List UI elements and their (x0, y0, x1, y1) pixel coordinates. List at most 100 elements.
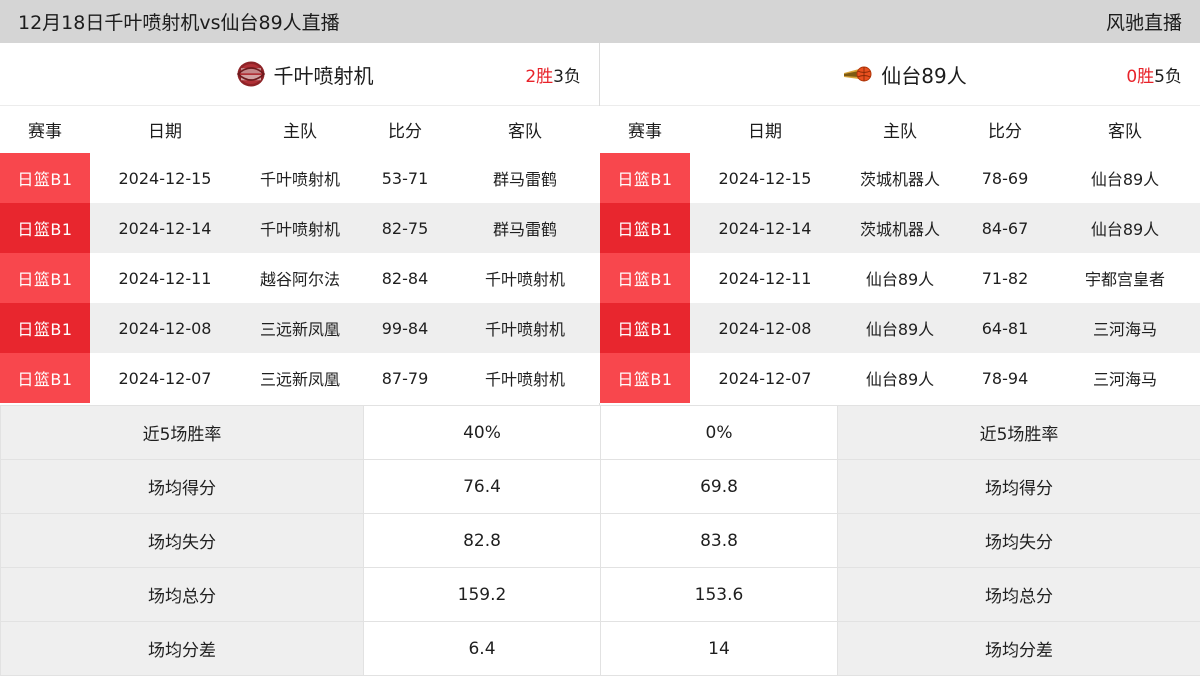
stat-row: 场均分差 6.4 14 场均分差 (1, 622, 1200, 676)
stat-label-right: 近5场胜率 (838, 406, 1200, 460)
match-score: 99-84 (360, 303, 450, 353)
table-row[interactable]: 日篮B1 2024-12-08 三远新凤凰 99-84 千叶喷射机 (0, 303, 600, 353)
right-team-record: 0胜5负 (1126, 62, 1182, 87)
match-date: 2024-12-07 (690, 353, 840, 403)
right-team-losses: 5负 (1154, 67, 1182, 87)
left-team-panel: 千叶喷射机 2胜3负 赛事 日期 主队 比分 客队 日篮B (0, 43, 600, 405)
left-team-losses: 3负 (553, 67, 581, 87)
stat-label-right: 场均失分 (838, 514, 1200, 568)
league-badge-cell: 日篮B1 (600, 203, 690, 253)
left-match-table: 赛事 日期 主队 比分 客队 日篮B1 2024-12-15 千叶喷射机 53-… (0, 106, 600, 403)
match-date: 2024-12-11 (690, 253, 840, 303)
match-date: 2024-12-11 (90, 253, 240, 303)
league-badge: 日篮B1 (0, 353, 90, 403)
match-away: 群马雷鹤 (450, 203, 600, 253)
right-team-name: 仙台89人 (881, 60, 966, 89)
table-row[interactable]: 日篮B1 2024-12-15 千叶喷射机 53-71 群马雷鹤 (0, 153, 600, 203)
stat-label-right: 场均分差 (838, 622, 1200, 676)
league-badge: 日篮B1 (600, 253, 690, 303)
table-row[interactable]: 日篮B1 2024-12-08 仙台89人 64-81 三河海马 (600, 303, 1200, 353)
left-team-wins: 2胜 (525, 67, 553, 87)
stat-label-left: 场均失分 (1, 514, 364, 568)
league-badge: 日篮B1 (600, 303, 690, 353)
match-away: 千叶喷射机 (450, 303, 600, 353)
left-team-record: 2胜3负 (525, 62, 581, 87)
stat-row: 近5场胜率 40% 0% 近5场胜率 (1, 406, 1200, 460)
match-score: 82-84 (360, 253, 450, 303)
title-bar: 12月18日千叶喷射机vs仙台89人直播 风驰直播 (0, 0, 1200, 43)
match-away: 千叶喷射机 (450, 253, 600, 303)
left-col-header-league: 赛事 (0, 106, 90, 153)
league-badge-cell: 日篮B1 (0, 353, 90, 403)
left-col-header-score: 比分 (360, 106, 450, 153)
match-away: 千叶喷射机 (450, 353, 600, 403)
table-row[interactable]: 日篮B1 2024-12-14 千叶喷射机 82-75 群马雷鹤 (0, 203, 600, 253)
league-badge-cell: 日篮B1 (600, 303, 690, 353)
match-date: 2024-12-15 (690, 153, 840, 203)
league-badge: 日篮B1 (0, 203, 90, 253)
chiba-jets-logo-icon (236, 60, 266, 88)
stat-value-left: 82.8 (364, 514, 601, 568)
match-date: 2024-12-14 (90, 203, 240, 253)
match-away: 群马雷鹤 (450, 153, 600, 203)
table-row[interactable]: 日篮B1 2024-12-07 仙台89人 78-94 三河海马 (600, 353, 1200, 403)
stats-comparison-table: 近5场胜率 40% 0% 近5场胜率 场均得分 76.4 69.8 场均得分 场… (0, 405, 1200, 676)
stat-label-right: 场均总分 (838, 568, 1200, 622)
stat-label-left: 场均分差 (1, 622, 364, 676)
match-score: 87-79 (360, 353, 450, 403)
table-row[interactable]: 日篮B1 2024-12-14 茨城机器人 84-67 仙台89人 (600, 203, 1200, 253)
stat-row: 场均失分 82.8 83.8 场均失分 (1, 514, 1200, 568)
match-date: 2024-12-08 (90, 303, 240, 353)
match-home: 仙台89人 (840, 353, 960, 403)
league-badge-cell: 日篮B1 (600, 253, 690, 303)
match-date: 2024-12-08 (690, 303, 840, 353)
match-home: 越谷阿尔法 (240, 253, 360, 303)
table-row[interactable]: 日篮B1 2024-12-11 仙台89人 71-82 宇都宫皇者 (600, 253, 1200, 303)
match-score: 71-82 (960, 253, 1050, 303)
stat-value-right: 0% (601, 406, 838, 460)
match-date: 2024-12-15 (90, 153, 240, 203)
stat-row: 场均总分 159.2 153.6 场均总分 (1, 568, 1200, 622)
right-team-identity[interactable]: 仙台89人 (833, 60, 966, 89)
stat-value-left: 40% (364, 406, 601, 460)
match-home: 千叶喷射机 (240, 203, 360, 253)
stat-label-right: 场均得分 (838, 460, 1200, 514)
stat-value-left: 159.2 (364, 568, 601, 622)
stat-label-left: 近5场胜率 (1, 406, 364, 460)
match-home: 茨城机器人 (840, 153, 960, 203)
left-table-header-row: 赛事 日期 主队 比分 客队 (0, 106, 600, 153)
left-col-header-away: 客队 (450, 106, 600, 153)
match-home: 三远新凤凰 (240, 303, 360, 353)
match-score: 78-94 (960, 353, 1050, 403)
stat-value-left: 6.4 (364, 622, 601, 676)
left-team-identity[interactable]: 千叶喷射机 (226, 60, 374, 89)
league-badge-cell: 日篮B1 (600, 353, 690, 403)
league-badge-cell: 日篮B1 (0, 203, 90, 253)
match-home: 仙台89人 (840, 303, 960, 353)
match-away: 三河海马 (1050, 303, 1200, 353)
site-brand: 风驰直播 (1106, 8, 1182, 35)
league-badge: 日篮B1 (600, 153, 690, 203)
match-away: 三河海马 (1050, 353, 1200, 403)
league-badge-cell: 日篮B1 (0, 253, 90, 303)
table-row[interactable]: 日篮B1 2024-12-07 三远新凤凰 87-79 千叶喷射机 (0, 353, 600, 403)
right-col-header-league: 赛事 (600, 106, 690, 153)
league-badge-cell: 日篮B1 (0, 153, 90, 203)
match-score: 78-69 (960, 153, 1050, 203)
match-home: 仙台89人 (840, 253, 960, 303)
sendai-89ers-logo-icon (843, 60, 873, 88)
match-away: 仙台89人 (1050, 153, 1200, 203)
match-score: 82-75 (360, 203, 450, 253)
match-home: 茨城机器人 (840, 203, 960, 253)
table-row[interactable]: 日篮B1 2024-12-11 越谷阿尔法 82-84 千叶喷射机 (0, 253, 600, 303)
league-badge: 日篮B1 (0, 303, 90, 353)
right-team-panel: 仙台89人 0胜5负 赛事 日期 主队 比分 客队 日篮B (600, 43, 1200, 405)
table-row[interactable]: 日篮B1 2024-12-15 茨城机器人 78-69 仙台89人 (600, 153, 1200, 203)
stat-label-left: 场均总分 (1, 568, 364, 622)
league-badge: 日篮B1 (600, 203, 690, 253)
stat-value-left: 76.4 (364, 460, 601, 514)
league-badge: 日篮B1 (0, 253, 90, 303)
league-badge: 日篮B1 (600, 353, 690, 403)
match-date: 2024-12-14 (690, 203, 840, 253)
stat-value-right: 69.8 (601, 460, 838, 514)
